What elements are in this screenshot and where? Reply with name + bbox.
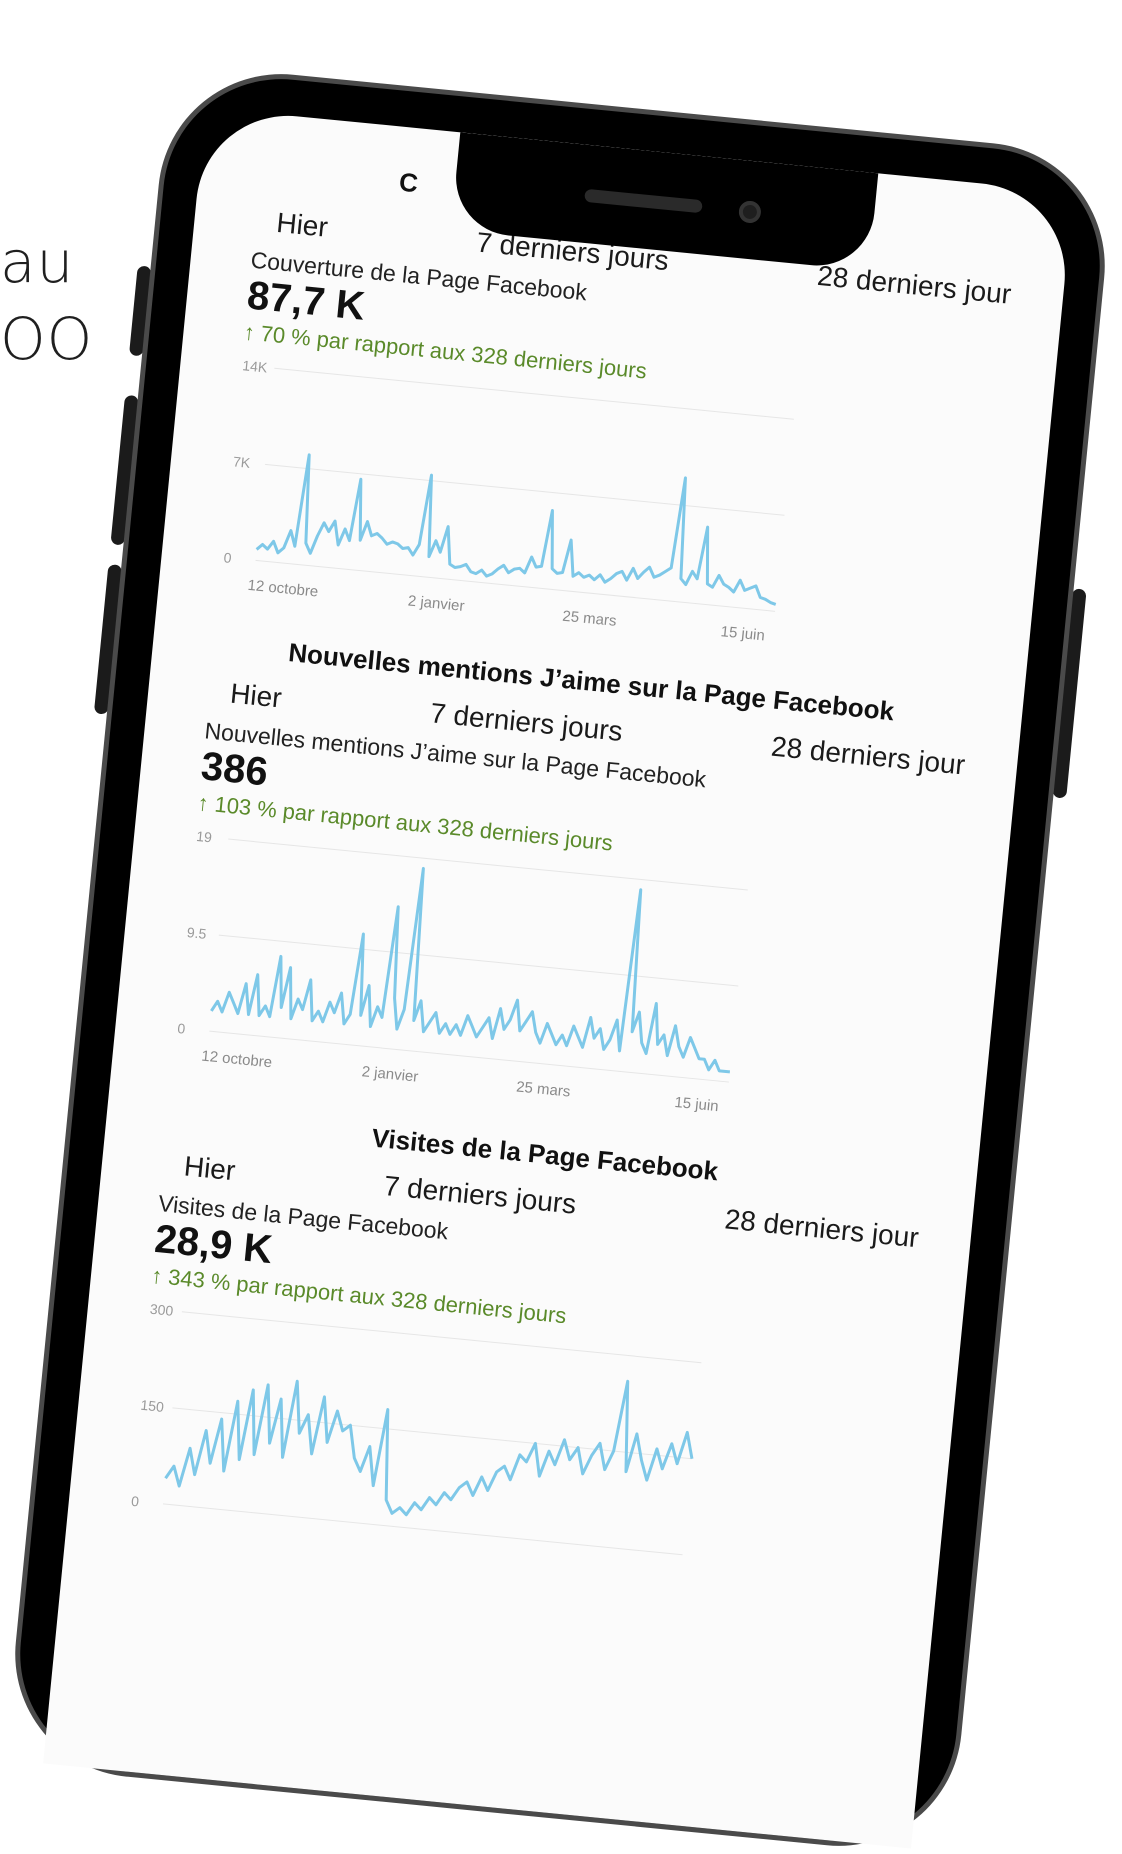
tab-yesterday[interactable]: Hier	[229, 678, 283, 715]
y-tick-label: 150	[140, 1397, 165, 1415]
x-tick-label: 15 juin	[720, 623, 766, 644]
x-tick-label: 12 octobre	[247, 577, 319, 601]
series-line	[164, 1379, 694, 1517]
y-tick-label: 19	[196, 828, 213, 845]
gridline	[209, 1030, 729, 1083]
x-tick-label: 2 janvier	[361, 1063, 419, 1085]
background-text-line-2: OO	[0, 305, 94, 373]
gridline	[162, 1503, 683, 1556]
phone-screen: C Hier 7 derniers jours 28 derniers jour…	[43, 107, 1074, 1849]
background-text-line-1: au	[0, 228, 75, 296]
phone-frame: C Hier 7 derniers jours 28 derniers jour…	[9, 68, 1111, 1852]
tab-yesterday[interactable]: Hier	[183, 1150, 237, 1187]
y-tick-label: 300	[149, 1301, 174, 1319]
partial-top-title: C	[397, 166, 420, 199]
y-tick-label: 9.5	[186, 924, 207, 942]
x-tick-label: 2 janvier	[407, 592, 465, 614]
y-tick-label: 7K	[232, 453, 251, 471]
tab-7-days[interactable]: 7 derniers jours	[429, 697, 624, 748]
line-chart-likes: 19 9.5 0 12 octobre 2 janvier 25 mars 15 juin	[177, 828, 748, 1115]
x-tick-label: 15 juin	[674, 1094, 720, 1115]
camera-icon	[737, 199, 762, 224]
y-tick-label: 0	[223, 549, 233, 566]
phone-mockup: C Hier 7 derniers jours 28 derniers jour…	[9, 68, 1111, 1852]
section-page-visits: Visites de la Page Facebook Hier 7 derni…	[125, 1102, 925, 1619]
line-chart-visits: 300 150 0	[130, 1301, 702, 1556]
y-tick-label: 0	[130, 1493, 140, 1510]
x-tick-label: 12 octobre	[201, 1048, 273, 1072]
gridline	[264, 463, 785, 516]
y-tick-label: 0	[177, 1020, 187, 1037]
series-line	[255, 453, 777, 606]
gridline	[218, 934, 739, 987]
tab-28-days[interactable]: 28 derniers jour	[816, 260, 1013, 311]
x-tick-label: 25 mars	[562, 608, 618, 630]
y-tick-label: 14K	[242, 357, 269, 375]
tab-28-days[interactable]: 28 derniers jour	[770, 731, 967, 782]
speaker-grille	[584, 188, 703, 214]
tab-yesterday[interactable]: Hier	[275, 207, 329, 244]
x-tick-label: 25 mars	[515, 1078, 571, 1100]
tab-7-days[interactable]: 7 derniers jours	[382, 1170, 578, 1221]
tab-28-days[interactable]: 28 derniers jour	[723, 1203, 920, 1254]
line-chart-reach: 14K 7K 0 12 octobre 2 janvier 25 mars 15 juin	[223, 357, 794, 644]
insights-content: C Hier 7 derniers jours 28 derniers jour…	[80, 107, 1074, 1556]
section-reach: Hier 7 derniers jours 28 derniers jour C…	[217, 205, 1013, 676]
section-page-likes: Nouvelles mentions J’aime sur la Page Fa…	[171, 630, 971, 1147]
